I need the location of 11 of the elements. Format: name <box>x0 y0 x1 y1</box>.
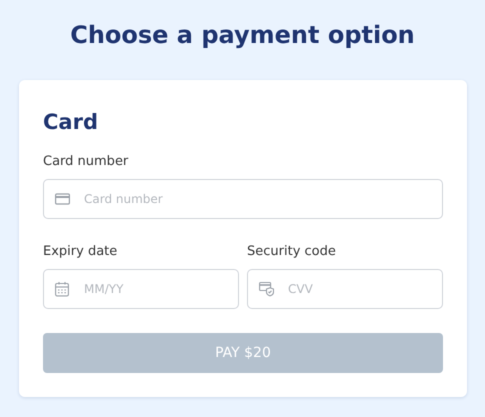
field-label: Security code <box>247 243 337 261</box>
input-field[interactable]: MM/YY <box>43 269 239 309</box>
input-field[interactable]: CVV <box>247 269 443 309</box>
section-heading: Card <box>43 109 99 136</box>
field-label: Expiry date <box>43 243 118 261</box>
field-label: Card number <box>43 153 130 171</box>
page-title: Choose a payment option <box>69 20 416 51</box>
credit-card-icon <box>55 193 70 205</box>
input-field[interactable]: Card number <box>43 179 443 219</box>
calendar-icon <box>55 282 69 296</box>
card-shield-icon <box>259 282 274 296</box>
